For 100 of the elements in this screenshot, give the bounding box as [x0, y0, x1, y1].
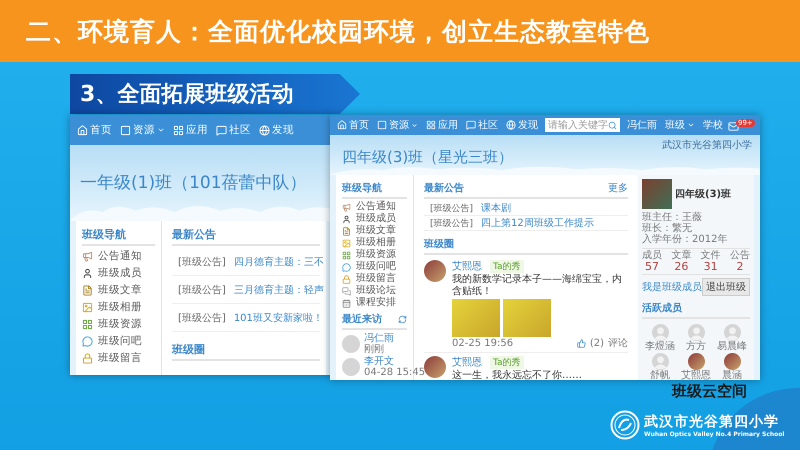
- sidebar-item[interactable]: 班级问吧: [82, 333, 155, 350]
- square-icon: [377, 120, 387, 130]
- announcement-link[interactable]: 四上第12周班级工作提示: [481, 216, 594, 230]
- nav-link[interactable]: 社区: [463, 118, 501, 132]
- stat-label: 文章: [671, 250, 692, 261]
- grid-icon: [173, 124, 184, 136]
- sidebar-item[interactable]: 班级成员: [82, 265, 155, 282]
- member-name[interactable]: 李煜涵: [645, 341, 675, 352]
- nav-link[interactable]: 发现: [256, 123, 297, 137]
- class-title: 四年级(3)班（星光三班）: [342, 148, 514, 167]
- like-count: (2): [590, 338, 604, 349]
- sidebar-item[interactable]: 班级留言: [82, 350, 155, 367]
- member-name[interactable]: 易晨峰: [717, 341, 747, 352]
- visit-time: 04-28 15:45: [364, 367, 426, 378]
- grid-icon: [342, 250, 351, 260]
- member-name[interactable]: 艾熙恩: [681, 370, 711, 380]
- caption: 班级云空间: [672, 382, 747, 401]
- globe-icon: [259, 124, 270, 136]
- announcement-link[interactable]: 三月德育主题：轻声: [234, 282, 324, 296]
- megaphone-icon: [342, 202, 351, 212]
- person-icon: [342, 214, 351, 224]
- school-logo-name: 武汉市光谷第四小学: [644, 412, 780, 430]
- grid-icon: [82, 319, 93, 330]
- person-silhouette-icon: [652, 353, 668, 370]
- post-time: 02-25 19:56: [452, 338, 514, 349]
- sidebar-item[interactable]: 公告通知: [342, 201, 407, 213]
- person-icon: [82, 268, 93, 279]
- stat-label: 文件: [700, 250, 721, 261]
- lock-icon: [82, 353, 93, 364]
- nav-link[interactable]: 资源: [374, 118, 421, 132]
- sidebar-item[interactable]: 课程安排: [342, 297, 407, 309]
- stat-value: 31: [704, 261, 718, 273]
- sidebar-item[interactable]: 班级相册: [82, 299, 155, 316]
- nav-link[interactable]: 首页: [74, 123, 115, 137]
- member-link[interactable]: 我是班级成员: [642, 282, 702, 292]
- nav-link[interactable]: 冯仁雨: [624, 118, 660, 132]
- sidebar-item[interactable]: 班级论坛: [342, 285, 407, 297]
- profile-detail: 班主任：王薇: [642, 212, 703, 223]
- section-banner: 3、全面拓展班级活动: [70, 74, 360, 114]
- sidebar-item[interactable]: 班级问吧: [342, 261, 407, 273]
- section-title: 活跃成员: [642, 302, 682, 315]
- thumbs-up-icon[interactable]: [576, 339, 586, 348]
- grid-icon: [426, 120, 436, 130]
- nav-link[interactable]: 应用: [170, 123, 211, 137]
- megaphone-icon: [82, 251, 93, 262]
- document-icon: [82, 285, 93, 296]
- member-name[interactable]: 晨涵: [722, 370, 742, 380]
- nav-link[interactable]: 社区: [213, 123, 254, 137]
- announcement-link[interactable]: 四月德育主题：三不: [234, 254, 324, 268]
- image-icon: [82, 302, 93, 313]
- chat-icon: [466, 120, 476, 130]
- member-name[interactable]: 方方: [686, 341, 706, 352]
- avatar: [342, 358, 360, 376]
- post-tag: Ta的秀: [490, 356, 524, 369]
- visitor-name[interactable]: 冯仁雨: [364, 333, 394, 344]
- avatar: [688, 353, 704, 370]
- calendar-icon: [342, 298, 351, 308]
- sidebar-item[interactable]: 班级留言: [342, 273, 407, 285]
- home-icon: [337, 120, 347, 130]
- sidebar-item[interactable]: 公告通知: [82, 248, 155, 265]
- announcement-tag: [班级公告]: [430, 202, 474, 214]
- sidebar-item[interactable]: 班级资源: [82, 316, 155, 333]
- class-name: 四年级(3)班: [675, 188, 732, 200]
- section-title: 班级圈: [172, 342, 205, 357]
- nav-link[interactable]: 资源: [117, 123, 168, 137]
- section-title: 最新公告: [424, 181, 464, 195]
- sidebar-item[interactable]: 班级成员: [342, 213, 407, 225]
- sidebar-item[interactable]: 班级资源: [342, 249, 407, 261]
- school-emblem-icon: [610, 410, 640, 440]
- author-name[interactable]: 艾熙恩: [452, 261, 482, 272]
- more-link[interactable]: 更多: [608, 182, 628, 194]
- post-tag: Ta的秀: [490, 260, 524, 273]
- quit-class-button[interactable]: 退出班级: [702, 278, 750, 296]
- author-name[interactable]: 艾熙恩: [452, 357, 482, 368]
- nav-link[interactable]: 发现: [503, 118, 541, 132]
- nav-link[interactable]: 应用: [423, 118, 461, 132]
- announcement-tag: [班级公告]: [178, 282, 226, 296]
- nav-link[interactable]: 学校: [700, 118, 726, 132]
- nav-link[interactable]: 班级: [662, 118, 698, 132]
- class-title: 一年级(1)班（101蓓蕾中队）: [80, 172, 307, 194]
- slide-title: 二、环境育人：全面优化校园环境，创立生态教室特色: [26, 16, 650, 48]
- member-name[interactable]: 舒帆: [650, 370, 670, 380]
- stat-label: 成员: [642, 250, 662, 261]
- sidebar-item[interactable]: 班级文章: [342, 225, 407, 237]
- person-silhouette-icon: [724, 324, 740, 341]
- sidebar-item[interactable]: 班级文章: [82, 282, 155, 299]
- announcement-link[interactable]: 课本剧: [481, 201, 512, 215]
- section-title: 班级导航: [342, 181, 382, 195]
- speech-bubble-icon: [342, 262, 351, 272]
- announcement-link[interactable]: 101班又安新家啦！: [234, 310, 323, 324]
- announcement-tag: [班级公告]: [430, 216, 474, 230]
- refresh-icon[interactable]: [398, 314, 407, 324]
- visitor-name[interactable]: 李开文: [364, 356, 426, 367]
- comment-link[interactable]: 评论: [608, 338, 628, 349]
- sidebar-item[interactable]: 班级相册: [342, 237, 407, 249]
- school-name: 武汉市光谷第四小学: [662, 138, 752, 152]
- home-icon: [77, 124, 88, 136]
- section-title: 班级圈: [424, 238, 454, 251]
- square-icon: [120, 124, 131, 136]
- nav-link[interactable]: 首页: [334, 118, 372, 132]
